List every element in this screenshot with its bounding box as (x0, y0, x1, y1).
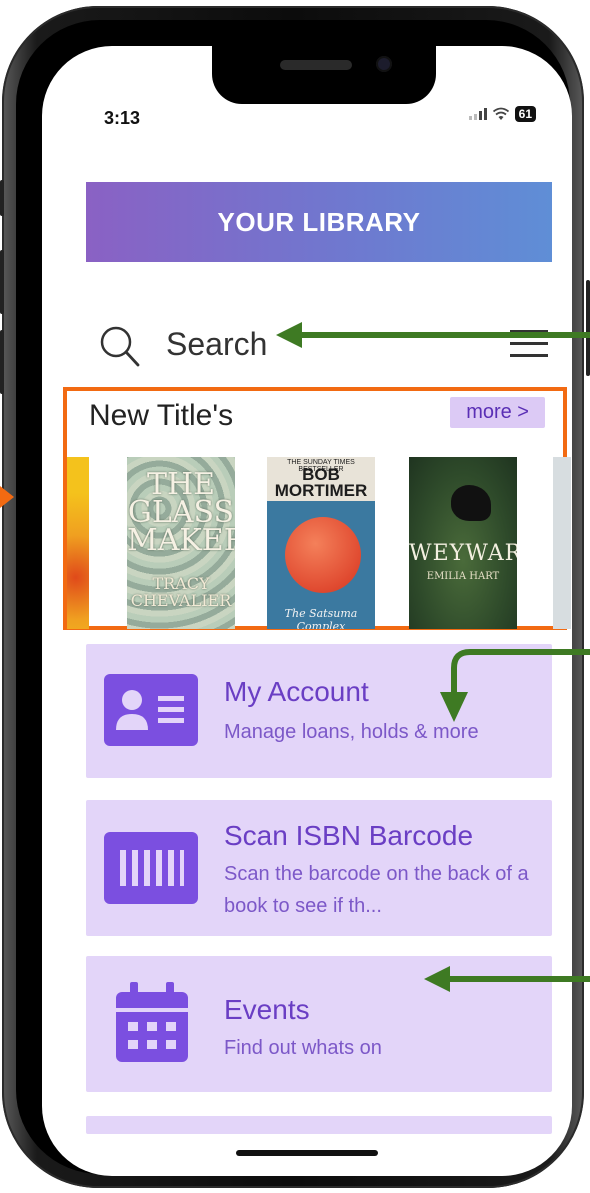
book-cover-partial-left[interactable] (67, 457, 89, 629)
new-titles-heading: New Title's (89, 399, 234, 432)
annotation-arrow-account (440, 649, 590, 722)
card-subtitle: Find out whats on (224, 1037, 382, 1059)
book-title: THE GLASS MAKER (127, 467, 235, 558)
mute-switch (0, 180, 4, 216)
signal-icon (468, 108, 487, 120)
speaker (280, 60, 352, 70)
search-icon[interactable] (98, 324, 142, 368)
card-title: My Account (224, 676, 369, 707)
search-label[interactable]: Search (166, 326, 267, 363)
annotation-arrow-new-titles (0, 486, 14, 508)
book-cover-satsuma-complex[interactable]: THE SUNDAY TIMES BESTSELLER BOB MORTIMER… (267, 457, 375, 629)
book-author: TRACY CHEVALIER (130, 574, 232, 610)
phone-frame: 3:13 61 YOUR LIBRARY Search New Title's … (2, 6, 584, 1188)
status-time: 3:13 (104, 108, 141, 128)
scan-isbn-card[interactable]: Scan ISBN Barcode Scan the barcode on th… (86, 800, 552, 936)
card-subtitle: Scan the barcode on the back of a book t… (224, 863, 529, 917)
book-title: WEYWARD (409, 541, 517, 566)
home-indicator[interactable] (236, 1150, 378, 1156)
notch (212, 46, 436, 104)
book-cover-weyward[interactable]: WEYWARD EMILIA HART (409, 457, 517, 629)
book-author: BOB MORTIMER (274, 465, 368, 500)
cover-bird-image (451, 485, 491, 521)
barcode-icon (104, 832, 198, 904)
more-button[interactable]: more > (450, 397, 545, 428)
book-cover-glass-maker[interactable]: THE GLASS MAKER TRACY CHEVALIER (127, 457, 235, 629)
battery-icon: 61 (514, 106, 536, 122)
book-cover-partial-right[interactable] (553, 457, 571, 629)
phone-bezel: 3:13 61 YOUR LIBRARY Search New Title's … (16, 20, 572, 1176)
new-titles-carousel: New Title's more > THE GLASS MAKER TRACY… (63, 387, 571, 630)
annotation-arrow-events (424, 966, 590, 992)
annotation-arrow-search (276, 322, 590, 348)
volume-down-button (0, 330, 4, 394)
cover-fruit-image (285, 517, 361, 593)
app-title: YOUR LIBRARY (217, 206, 421, 237)
partial-card[interactable] (86, 1116, 552, 1134)
calendar-icon (116, 982, 188, 1062)
volume-up-button (0, 250, 4, 314)
card-title: Events (224, 994, 310, 1025)
header-banner: YOUR LIBRARY (86, 182, 552, 262)
status-icons: 61 (468, 106, 536, 122)
account-card-icon (104, 674, 198, 746)
card-title: Scan ISBN Barcode (224, 820, 474, 851)
book-author: EMILIA HART (426, 571, 500, 582)
book-title: The Satsuma Complex (284, 607, 358, 629)
wifi-icon (492, 107, 509, 120)
camera (376, 56, 392, 72)
app-screen: 3:13 61 YOUR LIBRARY Search New Title's … (42, 46, 572, 1176)
